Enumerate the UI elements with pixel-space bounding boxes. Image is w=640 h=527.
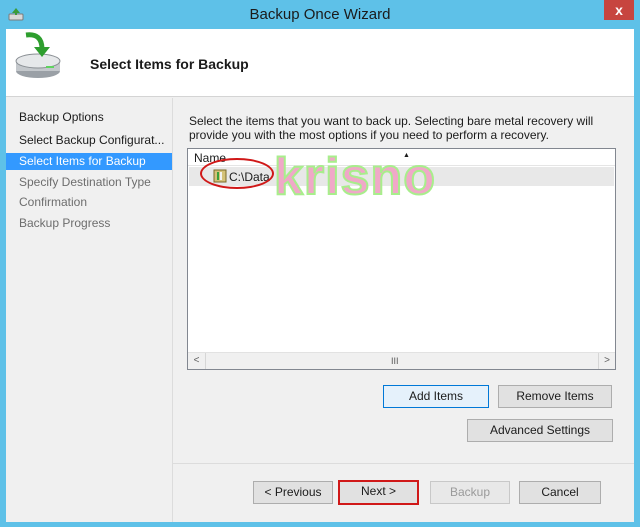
window-title: Backup Once Wizard	[249, 6, 391, 23]
footer-divider	[172, 463, 634, 464]
nav-step-backup-progress: Backup Progress	[19, 216, 111, 230]
wizard-window: Backup Once Wizard x Select Items for Ba…	[0, 0, 640, 527]
page-title: Select Items for Backup	[90, 56, 249, 72]
title-bar[interactable]: Backup Once Wizard x	[0, 0, 640, 29]
nav-step-select-items[interactable]: Select Items for Backup	[6, 153, 172, 170]
horizontal-scrollbar[interactable]: < III >	[188, 352, 615, 369]
remove-items-button[interactable]: Remove Items	[498, 385, 612, 408]
nav-step-destination-type: Specify Destination Type	[19, 175, 151, 189]
wizard-header: Select Items for Backup	[6, 29, 634, 97]
watermark-text: krisno	[273, 147, 437, 207]
annotation-ellipse	[200, 158, 274, 189]
wizard-steps-nav: Backup Options Select Backup Configurat.…	[6, 98, 172, 522]
scroll-left-button[interactable]: <	[188, 353, 205, 369]
backup-button: Backup	[430, 481, 510, 504]
nav-step-backup-configuration[interactable]: Select Backup Configurat...	[6, 132, 172, 149]
add-items-button[interactable]: Add Items	[383, 385, 489, 408]
nav-step-confirmation: Confirmation	[19, 195, 88, 209]
scroll-right-button[interactable]: >	[598, 353, 615, 369]
nav-step-backup-options[interactable]: Backup Options	[6, 109, 172, 126]
next-button[interactable]: Next >	[338, 480, 419, 505]
instructions-text: Select the items that you want to back u…	[189, 114, 594, 142]
scroll-track[interactable]	[205, 353, 598, 369]
cancel-button[interactable]: Cancel	[519, 481, 601, 504]
scroll-grip-icon[interactable]: III	[391, 353, 399, 369]
previous-button[interactable]: < Previous	[253, 481, 333, 504]
close-button[interactable]: x	[604, 0, 634, 20]
nav-divider	[172, 98, 173, 522]
advanced-settings-button[interactable]: Advanced Settings	[467, 419, 613, 442]
drive-backup-icon	[15, 32, 61, 78]
wizard-client-area: Select Items for Backup Backup Options S…	[6, 29, 634, 522]
